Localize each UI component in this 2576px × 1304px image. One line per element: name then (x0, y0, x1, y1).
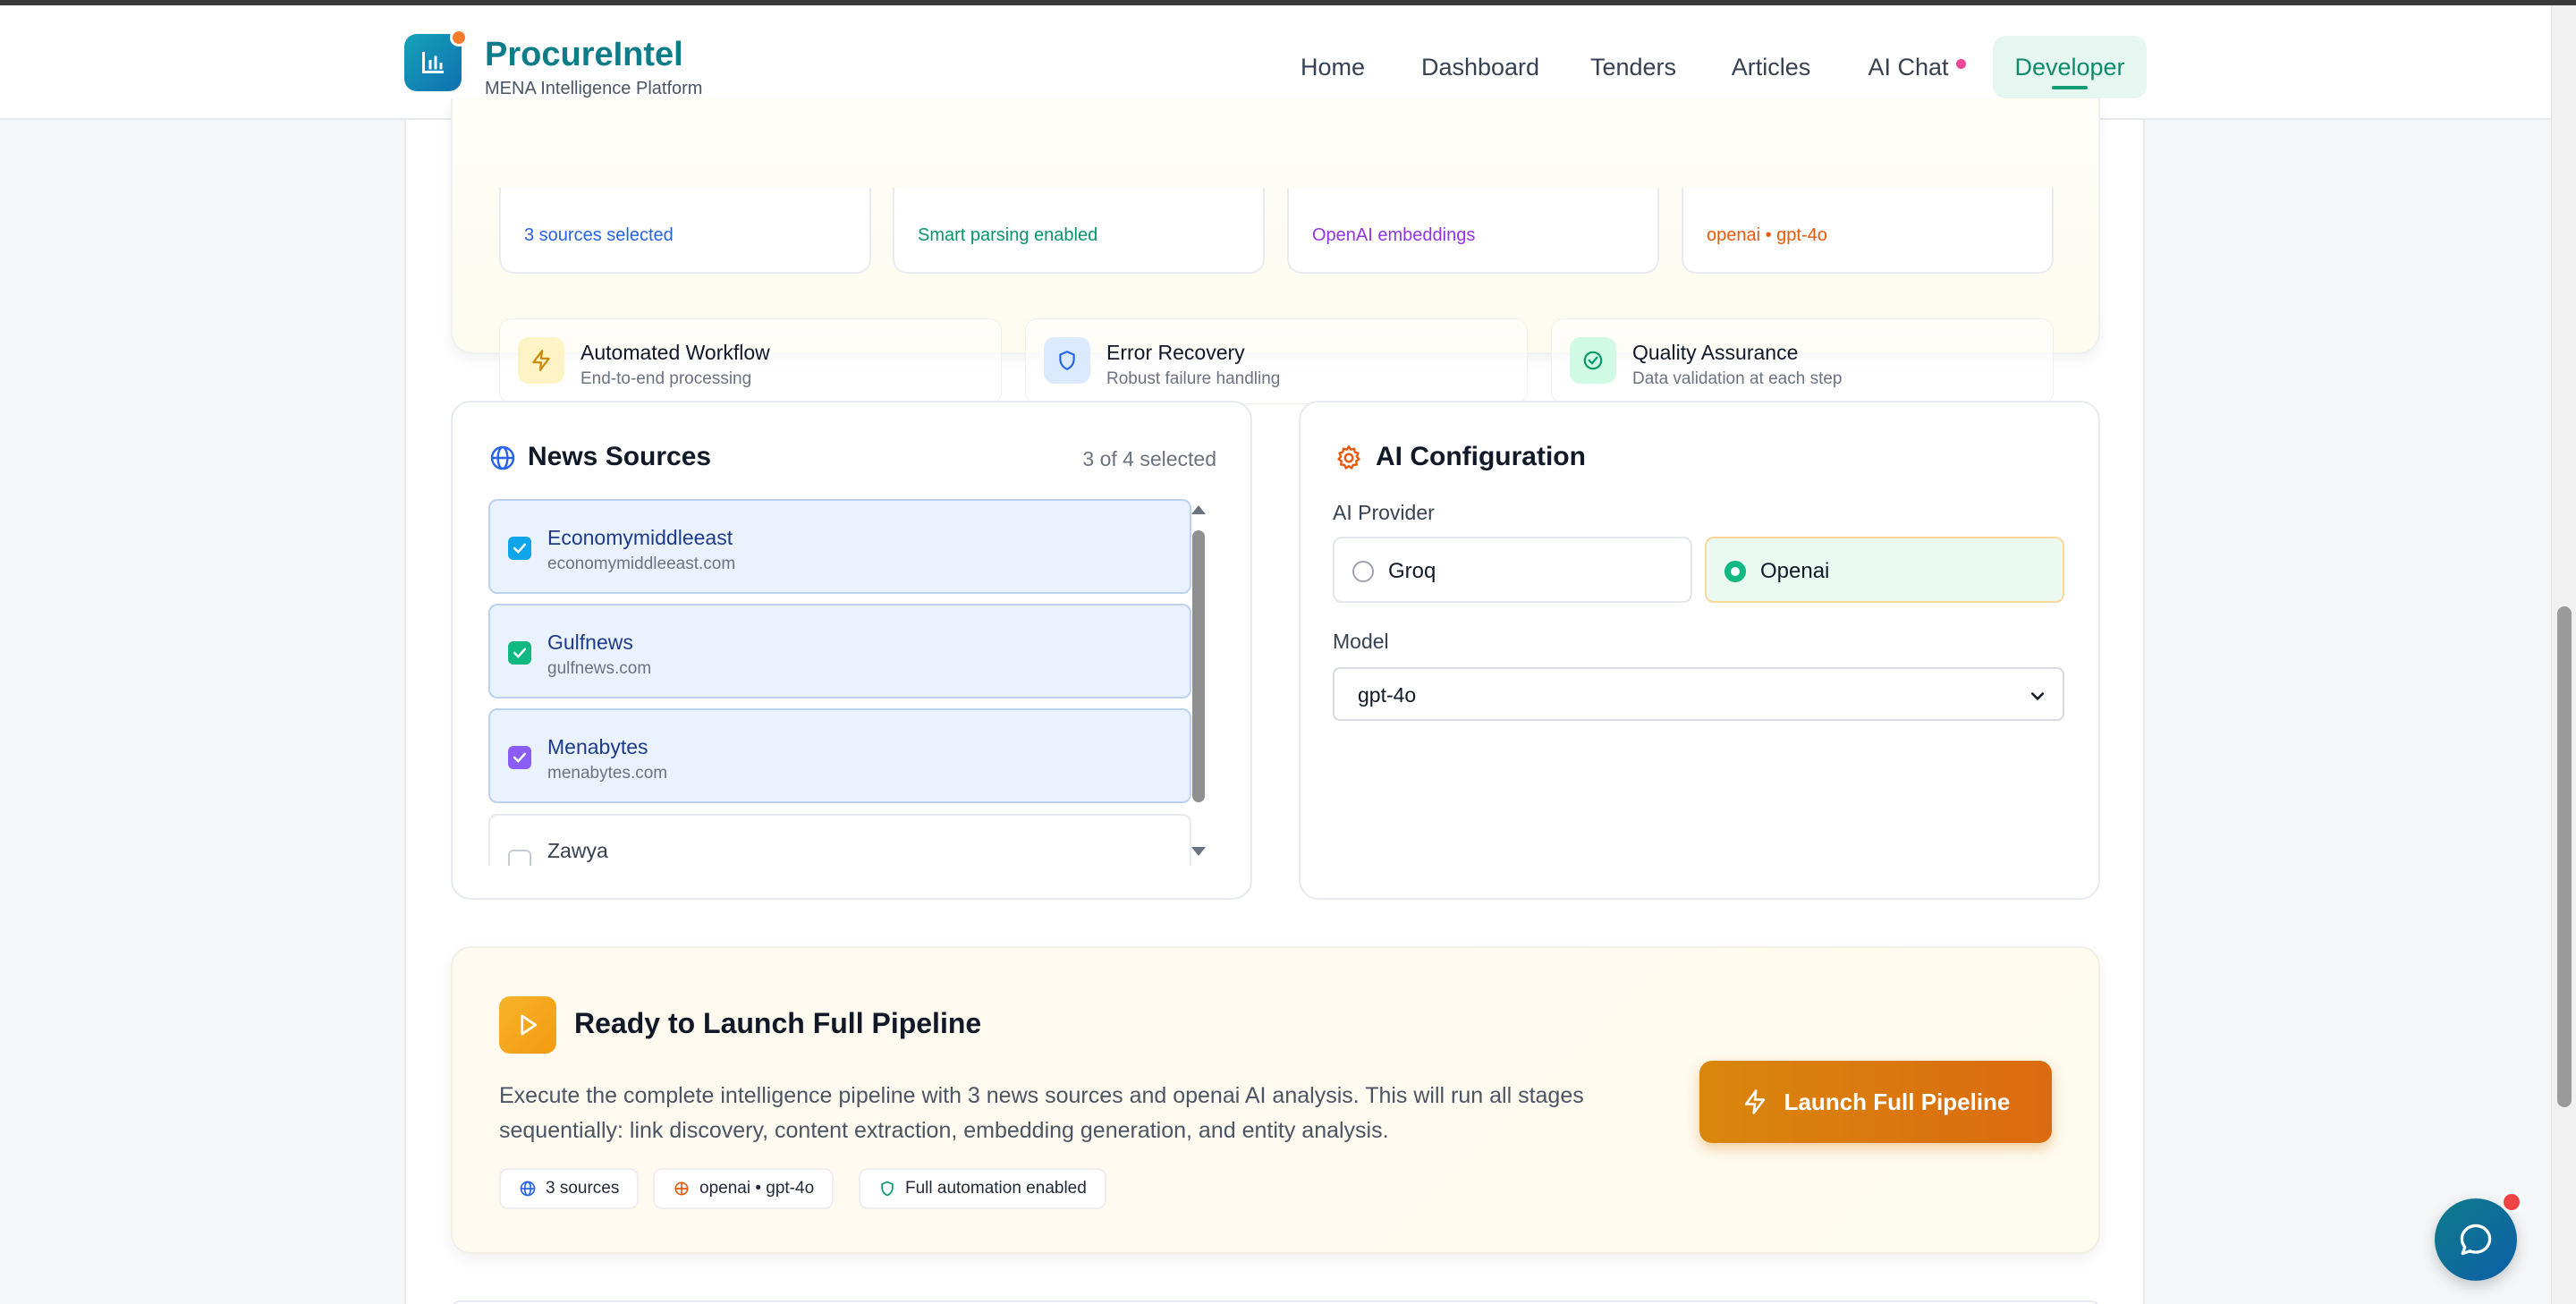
feature-title: Quality Assurance (1632, 341, 1799, 364)
feature-subtitle: End-to-end processing (580, 369, 752, 388)
feature-automated-workflow: Automated Workflow End-to-end processing (499, 318, 1002, 404)
source-item-economymiddleeast[interactable]: Economymiddleeast economymiddleeast.com (488, 499, 1191, 594)
stat-parsing: Smart parsing enabled (893, 188, 1265, 274)
nav-home[interactable]: Home (1288, 36, 1377, 98)
launch-button-label: Launch Full Pipeline (1784, 1088, 2011, 1115)
chevron-down-icon (2030, 692, 2045, 701)
news-sources-title: News Sources (528, 442, 712, 471)
stat-model: openai • gpt-4o (1682, 188, 2054, 274)
lightning-icon (1744, 1089, 1765, 1114)
gear-icon (1337, 445, 1360, 470)
launch-pipeline-card: Ready to Launch Full Pipeline Execute th… (451, 946, 2100, 1254)
feature-subtitle: Robust failure handling (1106, 369, 1281, 388)
chip-label: openai • gpt-4o (699, 1179, 815, 1198)
brand-subtitle: MENA Intelligence Platform (485, 79, 703, 98)
feature-quality-assurance: Quality Assurance Data validation at eac… (1551, 318, 2054, 404)
source-item-menabytes[interactable]: Menabytes menabytes.com (488, 708, 1191, 803)
globe-icon (520, 1181, 536, 1197)
play-icon (499, 996, 556, 1054)
page-scroll-thumb[interactable] (2557, 606, 2572, 1107)
checkbox-checked-icon[interactable] (508, 746, 531, 769)
chip-label: Full automation enabled (905, 1179, 1087, 1198)
provider-label: Groq (1388, 559, 1436, 583)
provider-label: Openai (1760, 559, 1830, 583)
source-domain: economymiddleeast.com (547, 555, 736, 573)
feature-error-recovery: Error Recovery Robust failure handling (1025, 318, 1528, 404)
checkbox-checked-icon[interactable] (508, 537, 531, 560)
chip-label: 3 sources (546, 1179, 620, 1198)
sources-selected-count: 3 of 4 selected (1082, 447, 1216, 470)
stat-sources-text: 3 sources selected (524, 225, 674, 245)
radio-selected-icon[interactable] (1724, 561, 1746, 582)
next-section-card (451, 1300, 2100, 1304)
chat-notification-dot (2501, 1191, 2522, 1213)
checkbox-checked-icon[interactable] (508, 641, 531, 665)
launch-title: Ready to Launch Full Pipeline (574, 1007, 982, 1039)
provider-option-openai[interactable]: Openai (1705, 537, 2064, 603)
pipeline-summary-card: 3 sources selected Smart parsing enabled… (451, 98, 2100, 404)
ai-configuration-title: AI Configuration (1376, 442, 1586, 471)
nav-tenders[interactable]: Tenders (1583, 36, 1683, 98)
scroll-up-arrow-icon[interactable] (1190, 504, 1208, 516)
scroll-down-arrow-icon[interactable] (1190, 845, 1208, 858)
lightning-icon (518, 337, 564, 384)
checkbox-unchecked-icon[interactable] (508, 850, 531, 866)
source-domain: gulfnews.com (547, 659, 652, 678)
check-circle-icon (1570, 337, 1616, 384)
brand-name[interactable]: ProcureIntel (485, 36, 683, 74)
source-name: Zawya (547, 839, 608, 862)
nav-ai-chat-label: AI Chat (1868, 53, 1949, 80)
ai-provider-label: AI Provider (1333, 501, 1435, 524)
chat-bubble-icon (2460, 1224, 2492, 1256)
model-label: Model (1333, 630, 1389, 653)
stat-embeddings-text: OpenAI embeddings (1312, 225, 1476, 245)
feature-title: Automated Workflow (580, 341, 770, 364)
stat-model-text: openai • gpt-4o (1707, 225, 1827, 245)
model-select-value: gpt-4o (1358, 683, 1417, 707)
stat-parsing-text: Smart parsing enabled (918, 225, 1098, 245)
nav-developer-label: Developer (2014, 53, 2125, 80)
nav-ai-chat[interactable]: AI Chat (1859, 36, 1975, 98)
sources-scroll-thumb[interactable] (1192, 530, 1205, 802)
source-name: Gulfnews (547, 631, 633, 654)
feature-subtitle: Data validation at each step (1632, 369, 1843, 388)
active-nav-indicator (2052, 86, 2088, 89)
source-name: Economymiddleeast (547, 526, 733, 549)
nav-dashboard[interactable]: Dashboard (1413, 36, 1547, 98)
source-name: Menabytes (547, 735, 648, 758)
bar-chart-icon (422, 52, 444, 73)
ai-chat-badge (1955, 58, 1966, 69)
logo-notification-dot (450, 29, 468, 47)
provider-option-groq[interactable]: Groq (1333, 537, 1692, 603)
cpu-icon (674, 1181, 689, 1196)
source-domain: menabytes.com (547, 764, 668, 783)
chip-model: openai • gpt-4o (653, 1168, 835, 1209)
source-item-zawya[interactable]: Zawya (488, 814, 1191, 866)
stat-embeddings: OpenAI embeddings (1287, 188, 1659, 274)
page-scrollbar[interactable] (2551, 5, 2576, 1304)
nav-articles[interactable]: Articles (1719, 36, 1823, 98)
feature-title: Error Recovery (1106, 341, 1245, 364)
shield-icon (881, 1181, 894, 1197)
radio-unselected-icon[interactable] (1352, 561, 1374, 582)
source-item-gulfnews[interactable]: Gulfnews gulfnews.com (488, 604, 1191, 699)
chip-automation: Full automation enabled (859, 1168, 1106, 1209)
shield-icon (1044, 337, 1090, 384)
chip-sources: 3 sources (499, 1168, 640, 1209)
model-select[interactable]: gpt-4o (1333, 667, 2064, 721)
news-sources-panel: News Sources 3 of 4 selected Economymidd… (451, 401, 1252, 900)
launch-description: Execute the complete intelligence pipeli… (499, 1083, 1584, 1143)
sources-scrollbar[interactable] (1190, 496, 1208, 863)
nav-developer[interactable]: Developer (1993, 36, 2147, 98)
ai-configuration-panel: AI Configuration (1299, 401, 2100, 900)
launch-full-pipeline-button[interactable]: Launch Full Pipeline (1699, 1061, 2052, 1143)
globe-icon (490, 445, 515, 470)
stat-sources: 3 sources selected (499, 188, 871, 274)
